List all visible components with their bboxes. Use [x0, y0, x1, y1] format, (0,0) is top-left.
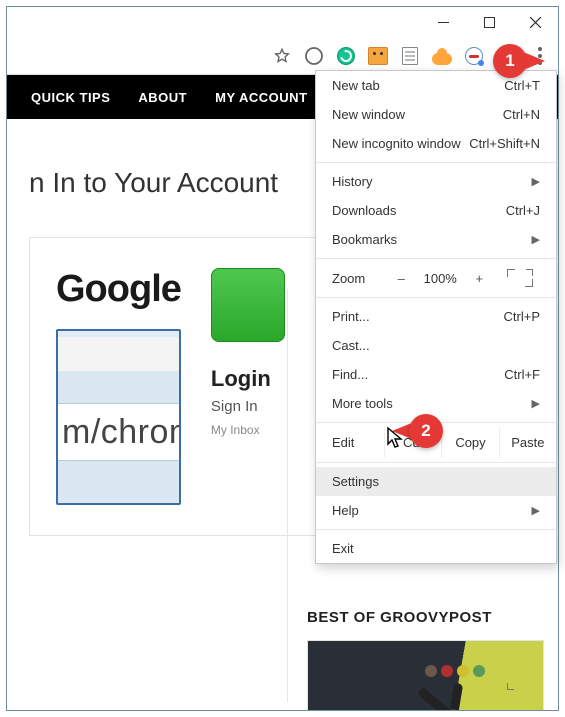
- login-title: Login: [211, 366, 285, 392]
- menu-new-incognito[interactable]: New incognito window Ctrl+Shift+N: [316, 129, 556, 158]
- login-block: Login Sign In My Inbox: [211, 366, 285, 437]
- google-block: Google + m/chrome/int: [56, 268, 181, 505]
- window-close-button[interactable]: [512, 7, 558, 37]
- zoom-out-button[interactable]: –: [389, 271, 413, 286]
- menu-history[interactable]: History ▶: [316, 167, 556, 196]
- best-of-image: [308, 641, 543, 710]
- menu-separator: [316, 462, 556, 463]
- menu-label: Settings: [332, 474, 379, 489]
- menu-label: New window: [332, 107, 405, 122]
- submenu-arrow-icon: ▶: [532, 504, 540, 517]
- menu-find[interactable]: Find... Ctrl+F: [316, 360, 556, 389]
- login-subtitle[interactable]: Sign In: [211, 398, 285, 415]
- card-right: Login Sign In My Inbox: [211, 268, 285, 505]
- menu-shortcut: Ctrl+N: [503, 107, 540, 122]
- extension-circle-icon[interactable]: [304, 46, 324, 66]
- login-myinbox[interactable]: My Inbox: [211, 423, 285, 437]
- menu-label: New tab: [332, 78, 380, 93]
- menu-label: New incognito window: [332, 136, 461, 151]
- column-divider: [287, 289, 288, 702]
- extension-lastpass-icon[interactable]: [464, 46, 484, 66]
- window-titlebar: [7, 7, 558, 37]
- menu-label: Print...: [332, 309, 370, 324]
- menu-label: Zoom: [332, 271, 365, 286]
- zoom-value: 100%: [419, 271, 461, 286]
- menu-label: Bookmarks: [332, 232, 397, 247]
- callout-tail-icon: [521, 51, 545, 71]
- extension-grammarly-icon[interactable]: [336, 46, 356, 66]
- menu-label: Help: [332, 503, 359, 518]
- submenu-arrow-icon: ▶: [532, 397, 540, 410]
- menu-shortcut: Ctrl+P: [504, 309, 540, 324]
- menu-settings[interactable]: Settings: [316, 467, 556, 496]
- menu-exit[interactable]: Exit: [316, 534, 556, 563]
- extension-page-icon[interactable]: [400, 46, 420, 66]
- menu-zoom-row: Zoom – 100% +: [316, 263, 556, 293]
- browser-screenshot: + m/chrome/int: [56, 329, 181, 505]
- nav-my-account[interactable]: MY ACCOUNT: [215, 90, 307, 105]
- screenshot-url-text: m/chrome/int: [56, 403, 179, 461]
- bookmark-star-icon[interactable]: [272, 46, 292, 66]
- pliers-icon: [403, 663, 503, 710]
- best-of-title: BEST OF GROOVYPOST: [307, 609, 544, 626]
- menu-print[interactable]: Print... Ctrl+P: [316, 302, 556, 331]
- menu-bookmarks[interactable]: Bookmarks ▶: [316, 225, 556, 254]
- menu-label: Cast...: [332, 338, 370, 353]
- menu-separator: [316, 162, 556, 163]
- window-maximize-button[interactable]: [466, 7, 512, 37]
- menu-shortcut: Ctrl+Shift+N: [469, 136, 540, 151]
- nav-about[interactable]: ABOUT: [138, 90, 187, 105]
- menu-shortcut: Ctrl+J: [506, 203, 540, 218]
- mouse-cursor-icon: [386, 426, 406, 450]
- edit-paste-button[interactable]: Paste: [499, 427, 556, 458]
- google-title: Google: [56, 268, 181, 311]
- chrome-menu: New tab Ctrl+T New window Ctrl+N New inc…: [315, 70, 557, 564]
- menu-cast[interactable]: Cast...: [316, 331, 556, 360]
- menu-label: Edit: [316, 427, 384, 458]
- screenshot-tab: [56, 337, 179, 371]
- menu-new-window[interactable]: New window Ctrl+N: [316, 100, 556, 129]
- edit-copy-button[interactable]: Copy: [441, 427, 498, 458]
- submenu-arrow-icon: ▶: [532, 233, 540, 246]
- nav-quick-tips[interactable]: QUICK TIPS: [31, 90, 110, 105]
- best-of-card[interactable]: HOW-TO What is Cord Cutting? Your Guide …: [307, 640, 544, 710]
- submenu-arrow-icon: ▶: [532, 175, 540, 188]
- menu-separator: [316, 258, 556, 259]
- menu-label: Downloads: [332, 203, 396, 218]
- menu-downloads[interactable]: Downloads Ctrl+J: [316, 196, 556, 225]
- window-minimize-button[interactable]: [420, 7, 466, 37]
- screenshot-tabbar: +: [58, 331, 179, 371]
- menu-label: Find...: [332, 367, 368, 382]
- menu-label: History: [332, 174, 372, 189]
- menu-separator: [316, 529, 556, 530]
- extension-cloud-icon[interactable]: [432, 46, 452, 66]
- fullscreen-button[interactable]: [507, 269, 533, 287]
- menu-help[interactable]: Help ▶: [316, 496, 556, 525]
- menu-shortcut: Ctrl+F: [504, 367, 540, 382]
- green-app-icon: [211, 268, 285, 342]
- menu-label: More tools: [332, 396, 393, 411]
- menu-separator: [316, 297, 556, 298]
- menu-label: Exit: [332, 541, 354, 556]
- callout-bubble: 2: [409, 414, 443, 448]
- extension-toodledo-icon[interactable]: [368, 46, 388, 66]
- callout-one: 1: [493, 44, 545, 78]
- zoom-in-button[interactable]: +: [467, 271, 491, 286]
- sidebar-column: BEST OF GROOVYPOST HOW-TO What is Cord C…: [307, 609, 544, 710]
- menu-shortcut: Ctrl+T: [504, 78, 540, 93]
